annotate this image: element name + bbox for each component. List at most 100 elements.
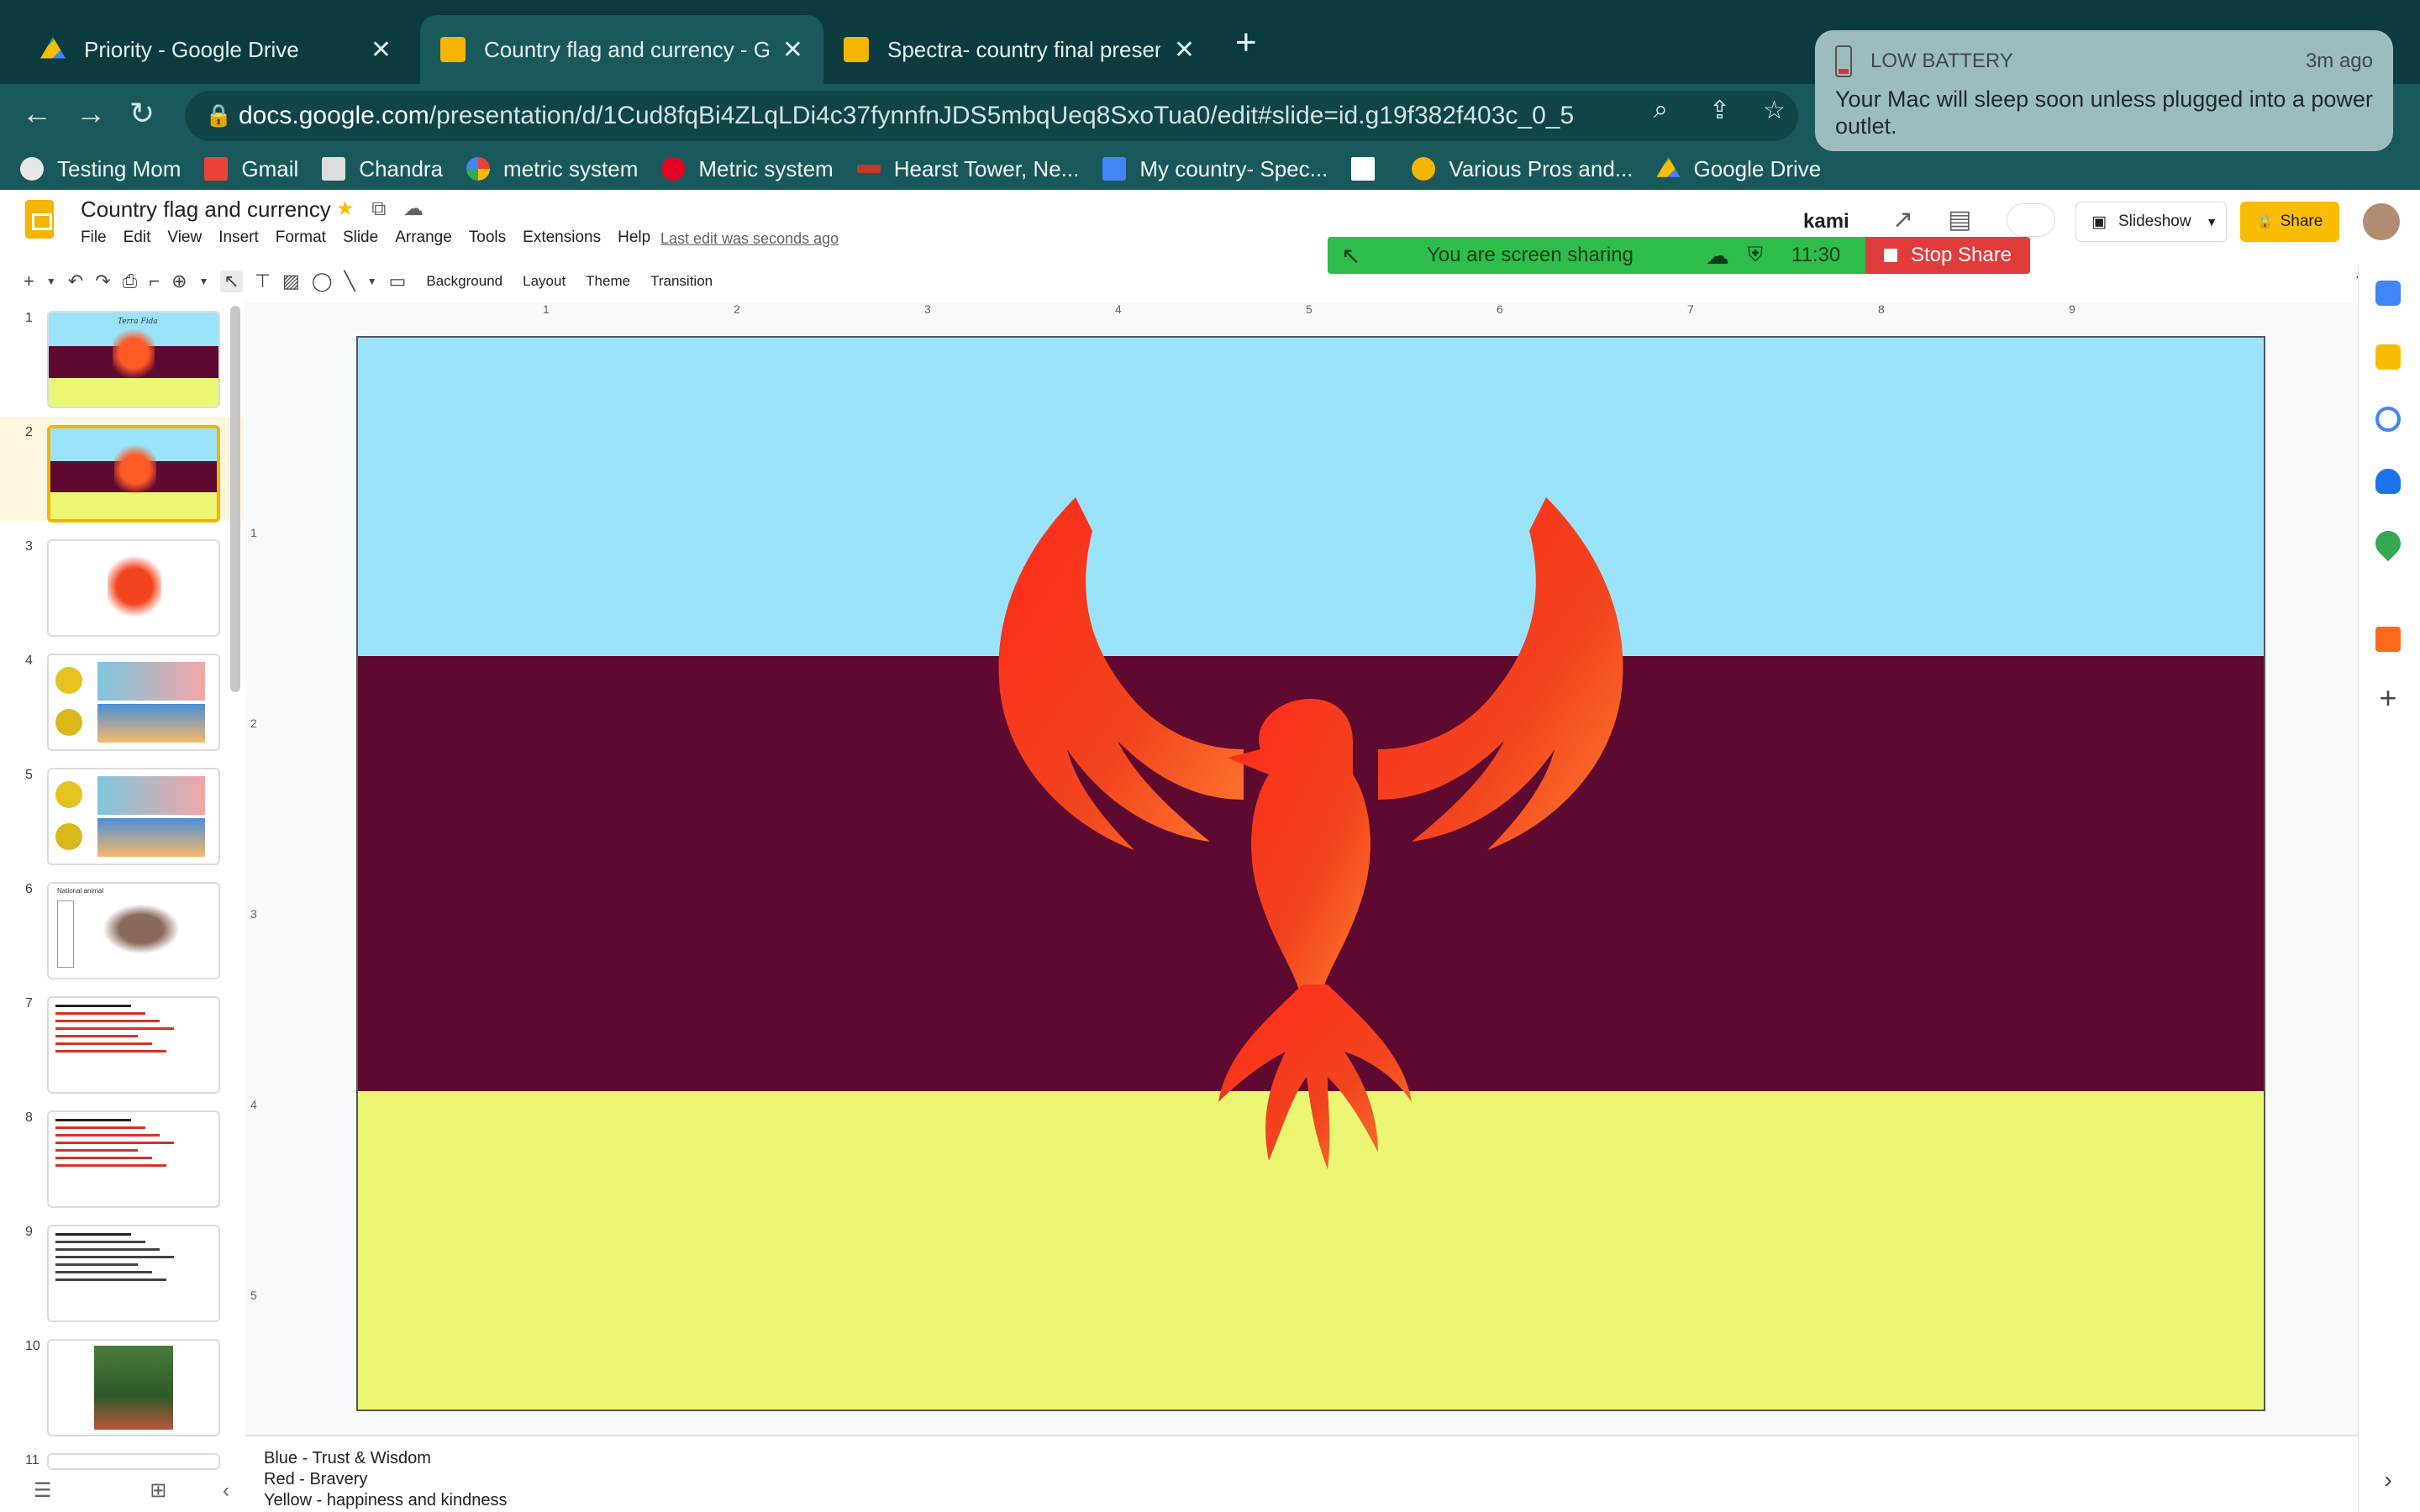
tab-country-flag[interactable]: Country flag and currency - Go ✕ (420, 15, 823, 84)
slide-thumbnail-row[interactable]: 4 (0, 645, 244, 751)
last-edit-link[interactable]: Last edit was seconds ago (660, 230, 839, 248)
slide-thumbnail-row[interactable]: 6 National animal (0, 874, 244, 979)
new-tab-button[interactable]: + (1235, 22, 1257, 64)
slide-thumbnail[interactable] (47, 539, 220, 637)
meet-icon[interactable] (2007, 203, 2055, 237)
slide-thumbnail-row[interactable]: 5 (0, 759, 244, 865)
chevron-down-icon[interactable]: ▼ (46, 276, 56, 287)
slide-thumbnail-row[interactable]: 9 (0, 1216, 244, 1322)
calendar-icon[interactable] (2375, 281, 2401, 306)
address-bar[interactable]: 🔒 docs.google.com/presentation/d/1Cud8fq… (185, 91, 1798, 141)
share-button[interactable]: 🔒 Share (2240, 202, 2339, 242)
activity-trend-icon[interactable]: ↗ (1892, 205, 1913, 234)
zoom-icon[interactable]: ⊕ (171, 270, 187, 292)
select-cursor-icon[interactable]: ↖ (220, 270, 243, 292)
bookmark-item[interactable]: Gmail (204, 156, 298, 182)
avatar[interactable] (2363, 203, 2400, 240)
reload-icon[interactable]: ↻ (129, 96, 155, 131)
bookmark-item[interactable]: Chandra (322, 156, 443, 182)
line-icon[interactable]: ╲ (344, 270, 355, 292)
addon-icon[interactable] (2375, 627, 2401, 652)
menu-edit[interactable]: Edit (124, 228, 151, 247)
bookmark-item[interactable]: Metric system (661, 156, 834, 182)
filmstrip-view-icon[interactable]: ☰ (34, 1479, 52, 1502)
slide-thumbnail[interactable] (47, 1453, 220, 1470)
paint-format-icon[interactable]: ⌐ (149, 270, 160, 292)
add-addon-icon[interactable]: + (2375, 683, 2401, 713)
slide-thumbnail[interactable] (47, 425, 220, 522)
slide-thumbnail[interactable] (47, 1339, 220, 1436)
back-icon[interactable]: ← (22, 96, 52, 131)
theme-button[interactable]: Theme (586, 273, 630, 290)
chevron-down-icon[interactable]: ▼ (199, 276, 209, 287)
shape-icon[interactable]: ◯ (312, 270, 333, 292)
chevron-down-icon[interactable]: ▼ (2206, 215, 2217, 228)
star-icon[interactable]: ★ (336, 197, 355, 220)
maps-icon[interactable] (2370, 525, 2407, 562)
image-icon[interactable]: ▨ (282, 270, 300, 292)
bookmark-star-icon[interactable]: ☆ (1763, 96, 1786, 125)
contacts-icon[interactable] (2375, 469, 2401, 494)
menu-help[interactable]: Help (618, 228, 650, 247)
comments-icon[interactable]: ▤ (1948, 205, 1971, 234)
slide-thumbnail[interactable] (47, 1225, 220, 1322)
menu-tools[interactable]: Tools (469, 228, 506, 247)
slide-thumbnail-row[interactable]: 3 (0, 531, 244, 637)
tab-priority-drive[interactable]: Priority - Google Drive ✕ (20, 15, 412, 84)
keep-icon[interactable] (2375, 344, 2401, 370)
slide-thumbnail-row[interactable]: 1 Terra Fida (0, 302, 244, 408)
filmstrip-scrollbar[interactable] (230, 306, 240, 692)
undo-icon[interactable]: ↶ (68, 270, 83, 292)
print-icon[interactable]: ⎙ (123, 270, 138, 292)
text-box-icon[interactable]: ⊤ (255, 270, 271, 292)
slide-thumbnail[interactable]: National animal (47, 882, 220, 979)
menu-format[interactable]: Format (276, 228, 326, 247)
slide-thumbnail-row[interactable]: 7 (0, 988, 244, 1094)
redo-icon[interactable]: ↷ (95, 270, 110, 292)
grid-view-icon[interactable]: ⊞ (150, 1479, 166, 1502)
layout-button[interactable]: Layout (523, 273, 566, 290)
menu-insert[interactable]: Insert (218, 228, 259, 247)
close-icon[interactable]: ✕ (782, 35, 803, 65)
bookmark-item[interactable]: Various Pros and... (1412, 156, 1633, 182)
menu-extensions[interactable]: Extensions (523, 228, 601, 247)
zoom-icon[interactable]: ⌕ (1654, 96, 1668, 124)
menu-view[interactable]: View (167, 228, 202, 247)
slide-thumbnail[interactable]: Terra Fida (47, 311, 220, 408)
tasks-icon[interactable] (2375, 407, 2401, 432)
slide-thumbnail[interactable] (47, 768, 220, 865)
bookmark-item[interactable]: Testing Mom (20, 156, 181, 182)
google-slides-logo-icon[interactable] (25, 200, 54, 239)
share-page-icon[interactable]: ⇪ (1709, 96, 1730, 125)
slide-thumbnail[interactable] (47, 654, 220, 751)
move-folder-icon[interactable]: ⧉ (371, 197, 386, 220)
current-slide[interactable] (356, 336, 2265, 1411)
bookmark-item[interactable]: Google Drive (1656, 156, 1821, 182)
close-icon[interactable]: ✕ (1174, 35, 1195, 65)
tab-spectra[interactable]: Spectra- country final presenta ✕ (823, 15, 1215, 84)
slideshow-button[interactable]: ▣ Slideshow ▼ (2075, 202, 2227, 242)
collapse-panel-icon[interactable]: ‹ (223, 1479, 229, 1502)
background-button[interactable]: Background (426, 273, 502, 290)
speaker-notes[interactable]: Blue - Trust & Wisdom Red - Bravery Yell… (264, 1436, 2348, 1512)
document-title[interactable]: Country flag and currency (81, 197, 331, 223)
menu-arrange[interactable]: Arrange (395, 228, 452, 247)
slide-thumbnail[interactable] (47, 996, 220, 1094)
chevron-right-icon[interactable]: › (2375, 1467, 2401, 1493)
bookmark-item[interactable]: Hearst Tower, Ne... (856, 156, 1079, 182)
bookmark-item[interactable]: My country- Spec... (1102, 156, 1328, 182)
kami-button[interactable]: kami (1803, 210, 1849, 234)
low-battery-notification[interactable]: LOW BATTERY 3m ago Your Mac will sleep s… (1815, 30, 2393, 151)
slide-thumbnail-row[interactable]: 2 (0, 417, 244, 522)
slide-thumbnail[interactable] (47, 1110, 220, 1208)
menu-file[interactable]: File (81, 228, 107, 247)
close-icon[interactable]: ✕ (371, 35, 392, 65)
chevron-down-icon[interactable]: ▼ (367, 276, 377, 287)
bookmark-item[interactable] (1351, 157, 1388, 181)
new-slide-icon[interactable]: + (24, 270, 34, 292)
add-comment-icon[interactable]: ▭ (389, 270, 407, 292)
menu-slide[interactable]: Slide (343, 228, 378, 247)
transition-button[interactable]: Transition (650, 273, 713, 290)
forward-icon[interactable]: → (76, 96, 106, 131)
bookmark-item[interactable]: metric system (466, 156, 638, 182)
